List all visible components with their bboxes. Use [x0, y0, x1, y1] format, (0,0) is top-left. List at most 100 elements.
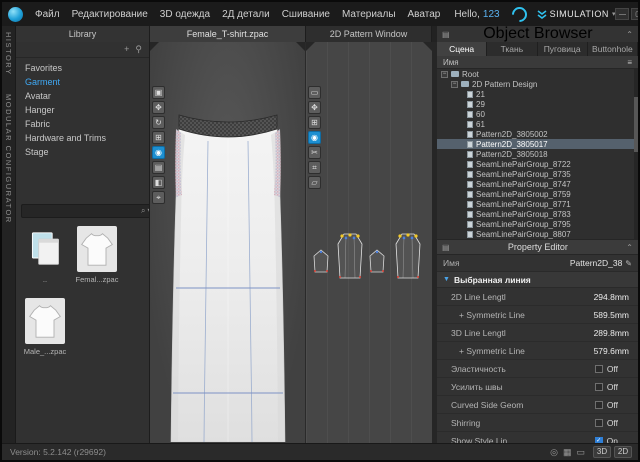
panel-icon[interactable]: ▭	[576, 447, 585, 458]
tree-item-label: 61	[476, 120, 485, 129]
tree-item[interactable]: SeamLinePairGroup_8735	[437, 169, 638, 179]
tree-item-root[interactable]: − Root	[437, 69, 638, 79]
seamline-node-icon	[467, 191, 473, 198]
modular-configurator-tab[interactable]: MODULAR CONFIGURATOR	[4, 94, 13, 224]
view-2d-button[interactable]: 2D	[614, 446, 632, 458]
property-row-shirring: Shirring Off	[437, 414, 638, 432]
section-collapse-icon[interactable]: ▼	[443, 276, 450, 283]
viewport-2d[interactable]: ▭ ✥ ⊞ ◉ ✂ ⌗ ▱	[306, 42, 432, 443]
tool-button[interactable]: ⌗	[308, 161, 321, 174]
tree-item[interactable]: 21	[437, 89, 638, 99]
list-item-female-tshirt[interactable]: Femal...zpac	[74, 226, 120, 284]
checkbox-reinforce[interactable]	[595, 383, 603, 391]
sidebar-item-fabric[interactable]: Fabric	[16, 117, 149, 131]
sidebar-item-hanger[interactable]: Hanger	[16, 103, 149, 117]
checkbox-elasticity[interactable]	[595, 365, 603, 373]
menu-sewing[interactable]: Сшивание	[276, 9, 336, 20]
tree-item-pattern-design[interactable]: − 2D Pattern Design	[437, 79, 638, 89]
tree-item[interactable]: SeamLinePairGroup_8759	[437, 189, 638, 199]
sidebar-item-stage[interactable]: Stage	[16, 145, 149, 159]
list-item-label: Male_...zpac	[22, 347, 68, 356]
viewport-3d[interactable]: ▣ ✥ ↻ ⊞ ◉ ▤ ◧ ⌖	[150, 42, 306, 443]
menu-2d-pattern[interactable]: 2Д детали	[216, 9, 276, 20]
tree-item[interactable]: SeamLinePairGroup_8722	[437, 159, 638, 169]
tab-garment-3d[interactable]: Female_T-shirt.zpac	[150, 26, 306, 42]
menu-icon[interactable]: ▤	[442, 30, 450, 39]
checkbox-shirring[interactable]	[595, 419, 603, 427]
tree-item[interactable]: 61	[437, 119, 638, 129]
grid-icon[interactable]: ▦	[563, 447, 572, 458]
camera-icon[interactable]: ◎	[550, 447, 558, 458]
menu-3d-garment[interactable]: 3D одежда	[154, 9, 216, 20]
menu-file[interactable]: Файл	[29, 9, 66, 20]
collapse-box-icon[interactable]: −	[441, 71, 448, 78]
edit-icon[interactable]: ✎	[625, 259, 632, 268]
menu-avatar[interactable]: Аватар	[402, 9, 447, 20]
tool-button[interactable]: ⊞	[308, 116, 321, 129]
checkbox-curved-side[interactable]	[595, 401, 603, 409]
sidebar-item-favorites[interactable]: Favorites	[16, 61, 149, 75]
simulation-toggle[interactable]: SIMULATION ▾	[537, 9, 616, 19]
viewport-corner-menu-icon[interactable]	[296, 42, 305, 51]
selected-line-section-header[interactable]: ▼ Выбранная линия	[437, 272, 638, 288]
tree-item[interactable]: SeamLinePairGroup_8795	[437, 219, 638, 229]
history-panel-tab[interactable]: HISTORY	[4, 32, 13, 76]
library-search-input[interactable]	[25, 205, 139, 217]
collapse-up-icon[interactable]: ⌃	[626, 243, 633, 252]
sidebar-item-avatar[interactable]: Avatar	[16, 89, 149, 103]
sidebar-item-hardware-trims[interactable]: Hardware and Trims	[16, 131, 149, 145]
view-3d-button[interactable]: 3D	[593, 446, 611, 458]
tree-item[interactable]: Pattern2D_3805018	[437, 149, 638, 159]
username-link[interactable]: 123	[483, 9, 500, 20]
greeting-text: Hello,	[454, 9, 480, 20]
viewport-corner-menu-icon[interactable]	[150, 42, 159, 51]
maximize-button[interactable]: ▢	[631, 8, 638, 20]
tool-button[interactable]: ✥	[308, 101, 321, 114]
viewport-corner-menu-icon[interactable]	[306, 42, 315, 51]
simulation-label: SIMULATION	[550, 9, 609, 19]
tab-buttonhole[interactable]: Buttonhole	[588, 42, 638, 56]
tool-button-active[interactable]: ◉	[308, 131, 321, 144]
tool-button[interactable]: ▱	[308, 176, 321, 189]
menu-icon[interactable]: ▤	[442, 243, 450, 252]
list-item-male-tshirt[interactable]: Male_...zpac	[22, 298, 68, 356]
seamline-node-icon	[467, 221, 473, 228]
tab-scene[interactable]: Сцена	[437, 42, 487, 56]
tool-button[interactable]: ✂	[308, 146, 321, 159]
add-icon[interactable]: +	[124, 45, 129, 54]
tree-item[interactable]: Pattern2D_3805002	[437, 129, 638, 139]
property-row-elasticity: Эластичность Off	[437, 360, 638, 378]
viewport-corner-menu-icon[interactable]	[423, 42, 432, 51]
search-icon[interactable]: ⌕	[141, 207, 145, 215]
menu-edit[interactable]: Редактирование	[66, 9, 154, 20]
sidebar-item-garment[interactable]: Garment	[16, 75, 149, 89]
scrollbar-thumb[interactable]	[634, 97, 638, 152]
tool-button[interactable]: ▭	[308, 86, 321, 99]
tab-pattern-2d[interactable]: 2D Pattern Window	[306, 26, 432, 42]
tree-item[interactable]: SeamLinePairGroup_8807	[437, 229, 638, 239]
property-row-3d-line-length: 3D Line Lengtl 289.8mm	[437, 324, 638, 342]
list-item-parent-folder[interactable]: ..	[22, 226, 68, 284]
tree-item[interactable]: SeamLinePairGroup_8771	[437, 199, 638, 209]
tab-button[interactable]: Пуговица	[538, 42, 588, 56]
tree-item[interactable]: 29	[437, 99, 638, 109]
search-box: ⌕ ▾	[21, 204, 150, 218]
tab-fabric[interactable]: Ткань	[487, 42, 537, 56]
minimize-button[interactable]: —	[615, 8, 629, 20]
property-row-curved-side: Curved Side Geom Off	[437, 396, 638, 414]
collapse-up-icon[interactable]: ⌃	[626, 30, 633, 39]
tree-item[interactable]: SeamLinePairGroup_8783	[437, 209, 638, 219]
tree-item-label: Pattern2D_3805002	[476, 130, 548, 139]
tree-item-selected[interactable]: Pattern2D_3805017	[437, 139, 638, 149]
tree-item[interactable]: 60	[437, 109, 638, 119]
collapse-box-icon[interactable]: −	[451, 81, 458, 88]
tree-item[interactable]: SeamLinePairGroup_8747	[437, 179, 638, 189]
tree-scrollbar[interactable]	[634, 69, 638, 239]
pin-icon[interactable]: ⚲	[135, 45, 142, 54]
viewport-2d-toolbar: ▭ ✥ ⊞ ◉ ✂ ⌗ ▱	[308, 86, 321, 189]
app-window-frame: Файл Редактирование 3D одежда 2Д детали …	[0, 0, 640, 462]
menu-materials[interactable]: Материалы	[336, 9, 402, 20]
tab-library[interactable]: Library	[16, 26, 150, 42]
filter-icon[interactable]: ≡	[627, 58, 632, 67]
titlebar: Файл Редактирование 3D одежда 2Д детали …	[2, 2, 638, 26]
